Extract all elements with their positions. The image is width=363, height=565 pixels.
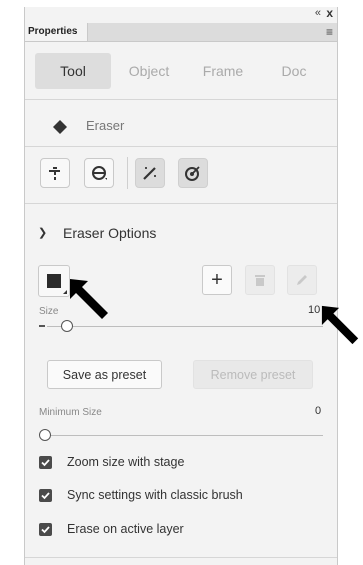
save-as-preset-button[interactable]: Save as preset	[47, 360, 162, 389]
add-preset-button[interactable]: +	[202, 265, 232, 295]
tab-doc[interactable]: Doc	[259, 53, 329, 89]
sync-settings-checkbox[interactable]	[39, 489, 52, 502]
square-icon	[47, 274, 61, 288]
size-label: Size	[39, 306, 59, 317]
minimum-size-value[interactable]: 0	[315, 405, 321, 417]
minimum-size-slider-thumb[interactable]	[39, 429, 51, 441]
panel-menu-icon[interactable]: ≡	[326, 23, 333, 41]
eraser-shape-button[interactable]	[84, 158, 114, 188]
divider	[25, 203, 337, 204]
delete-preset-button[interactable]	[245, 265, 275, 295]
tab-properties[interactable]: Properties	[25, 23, 89, 41]
sync-settings-label: Sync settings with classic brush	[67, 488, 243, 502]
collapse-icon[interactable]: «	[315, 7, 321, 19]
zoom-size-label: Zoom size with stage	[67, 455, 185, 469]
divider	[25, 146, 337, 147]
size-slider-thumb[interactable]	[60, 320, 73, 332]
annotation-arrow-icon	[70, 279, 108, 319]
panel-tab-row: Properties ≡	[25, 23, 337, 42]
size-value[interactable]: 10	[308, 304, 320, 316]
annotation-arrow-icon	[321, 305, 359, 345]
remove-preset-button[interactable]: Remove preset	[193, 360, 313, 389]
minimum-size-slider-track[interactable]	[45, 435, 323, 436]
trash-icon	[253, 270, 267, 292]
separator	[127, 157, 128, 189]
tab-object[interactable]: Object	[111, 53, 187, 89]
panel-titlebar: « x	[25, 7, 337, 23]
corner-triangle-icon	[63, 290, 67, 294]
tab-frame[interactable]: Frame	[187, 53, 259, 89]
divider	[25, 99, 337, 100]
close-icon[interactable]: x	[326, 7, 333, 20]
edit-preset-button[interactable]	[287, 265, 317, 295]
minimum-size-label: Minimum Size	[39, 407, 102, 418]
erase-active-layer-checkbox[interactable]	[39, 523, 52, 536]
pencil-icon	[295, 270, 309, 292]
faucet-mode-button[interactable]	[40, 158, 70, 188]
chevron-down-icon[interactable]: ❯	[38, 226, 47, 239]
erase-active-layer-label: Erase on active layer	[67, 522, 184, 536]
target-button[interactable]	[178, 158, 208, 188]
zoom-size-checkbox[interactable]	[39, 456, 52, 469]
divider	[25, 557, 337, 558]
minus-icon	[39, 325, 45, 327]
magic-wand-button[interactable]	[135, 158, 165, 188]
size-slider-track[interactable]	[47, 326, 323, 327]
section-title[interactable]: Eraser Options	[63, 225, 156, 241]
eraser-shape-swatch[interactable]	[38, 265, 70, 297]
tool-name: Eraser	[86, 118, 125, 133]
tab-tool[interactable]: Tool	[35, 53, 111, 89]
eraser-icon	[51, 117, 69, 135]
